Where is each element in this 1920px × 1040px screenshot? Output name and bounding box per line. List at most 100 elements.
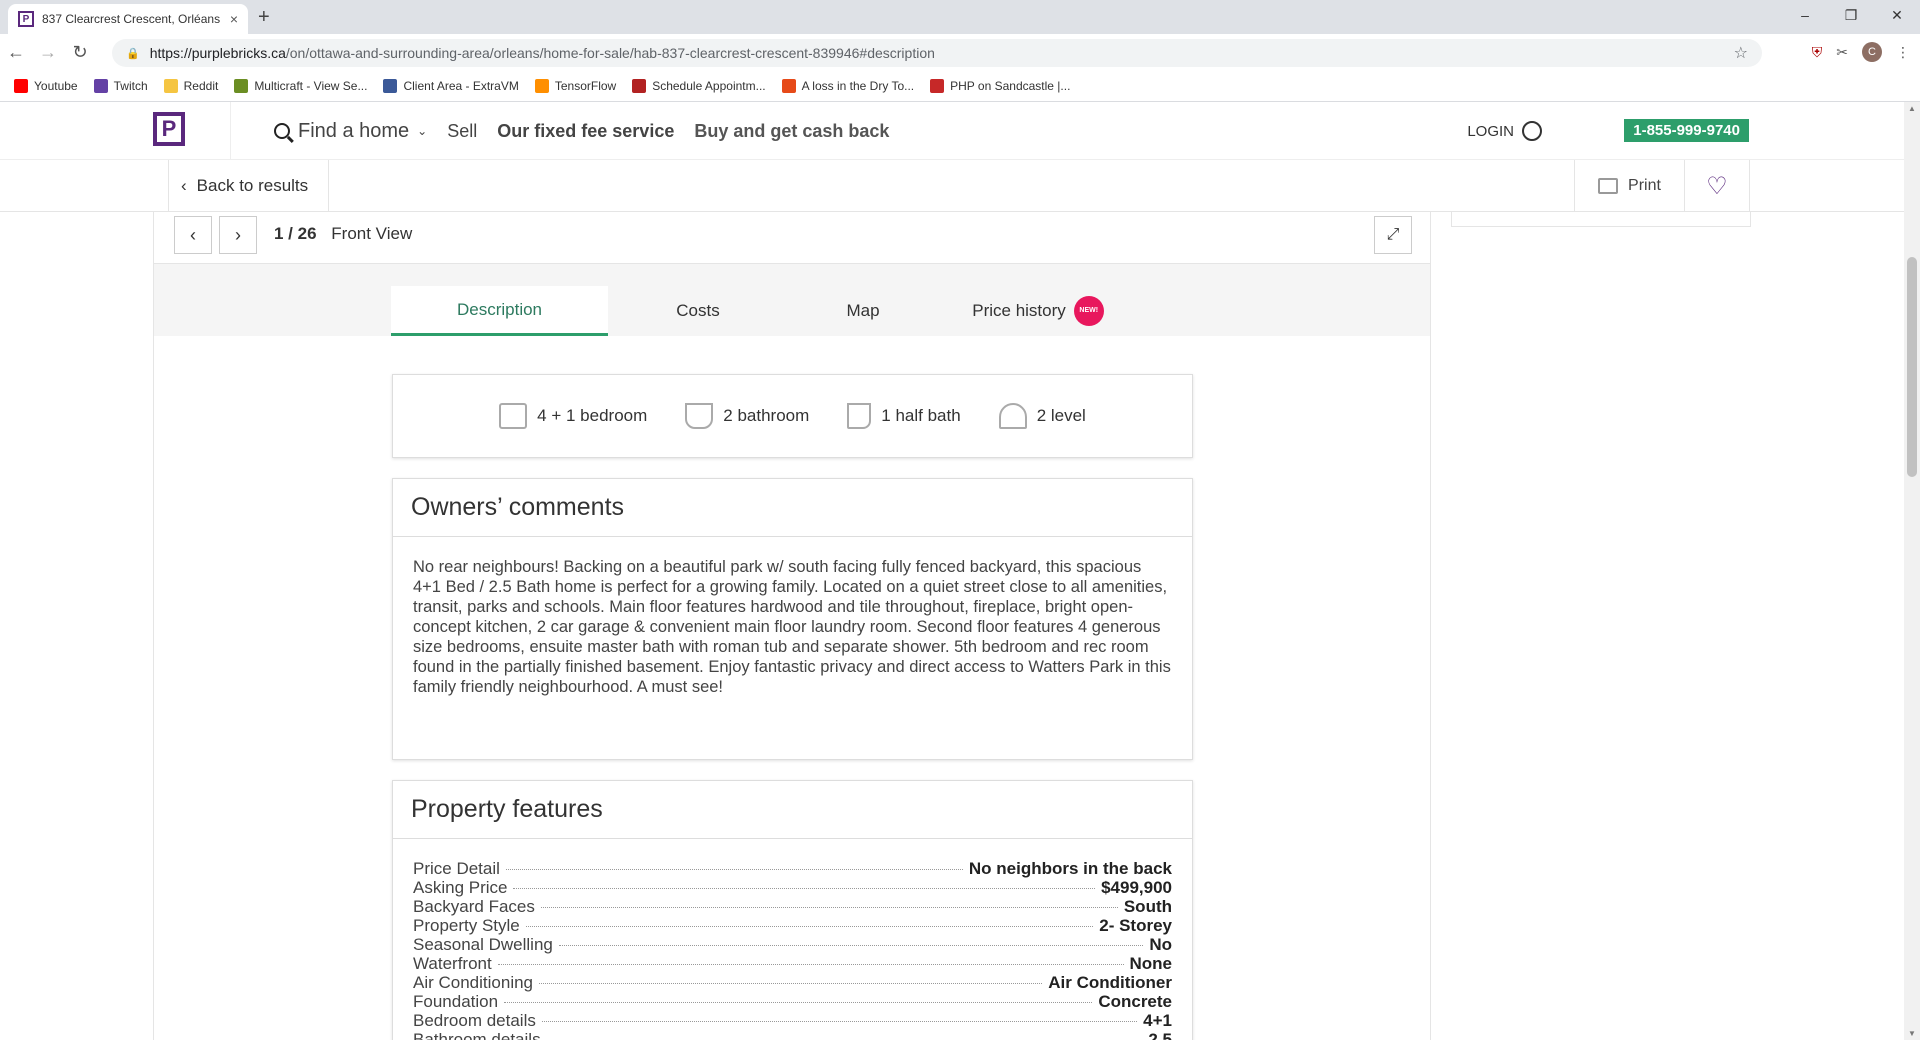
minimize-button[interactable]: – [1782,0,1828,30]
favorite-button[interactable]: ♡ [1684,160,1750,212]
photo-index: 1 / 26 [274,224,317,243]
tab-costs[interactable]: Costs [608,286,788,336]
bed-icon [499,403,528,429]
bookmark-item[interactable]: PHP on Sandcastle |... [930,78,1070,93]
bookmark-item[interactable]: TensorFlow [534,78,616,93]
search-icon [274,123,290,139]
property-features-title: Property features [393,781,1192,839]
feature-row: Foundation Concrete [413,992,1172,1011]
bookmarks-bar: Youtube Twitch Reddit Multicraft - View Se.… [0,70,1920,102]
close-window-button[interactable]: ✕ [1874,0,1920,30]
fact-half-bath: 1 half bath [847,403,961,429]
feature-value: South [1123,897,1172,916]
tab-map[interactable]: Map [788,286,938,336]
back-to-results-link[interactable]: ‹ Back to results [168,160,330,212]
forward-arrow-icon[interactable]: → [32,42,64,63]
bathtub-icon [685,403,714,429]
bookmark-item[interactable]: Youtube [14,78,78,93]
back-arrow-icon[interactable]: ← [0,42,32,63]
dotted-leader [504,1002,1093,1003]
tab-description[interactable]: Description [391,286,608,336]
extension-puzzle-icon[interactable]: ✂ [1836,44,1848,61]
feature-value: 2- Storey [1099,916,1172,935]
scroll-down-icon[interactable]: ▼ [1908,1029,1916,1038]
bookmark-item[interactable]: Client Area - ExtraVM [383,78,519,93]
fact-level-label: 2 level [1036,406,1086,425]
site-header: P Find a home ⌄ Sell Our fixed fee servi… [0,102,1904,160]
bookmark-item[interactable]: Schedule Appointm... [632,78,766,93]
feature-row: Seasonal Dwelling No [413,935,1172,954]
feature-value: No [1149,935,1172,954]
extension-shield-icon[interactable]: ⛨ [1812,44,1823,61]
sidebar-panel [1451,212,1751,227]
restore-button[interactable]: ❐ [1828,0,1874,30]
nav-sell[interactable]: Sell [447,121,477,142]
feature-label: Property Style [413,916,520,935]
prev-photo-button[interactable]: ‹ [174,216,212,254]
printer-icon [1598,178,1619,194]
bookmark-label: Schedule Appointm... [652,78,766,93]
fullscreen-expand-icon[interactable]: ⤢ [1374,216,1412,254]
find-home-menu[interactable]: Find a home ⌄ [274,120,427,143]
nav-cash-back[interactable]: Buy and get cash back [694,121,889,142]
bookmark-item[interactable]: Reddit [163,78,219,93]
phone-button[interactable]: 1-855-999-9740 [1624,119,1749,142]
feature-label: Waterfront [413,954,492,973]
fact-half-bath-label: 1 half bath [881,406,961,425]
login-link[interactable]: LOGIN [1467,102,1542,160]
reload-icon[interactable]: ↻ [64,42,96,63]
next-photo-button[interactable]: › [219,216,257,254]
tab-title: 837 Clearcrest Crescent, Orléans [42,12,221,26]
login-label: LOGIN [1467,122,1514,140]
bookmark-item[interactable]: A loss in the Dry To... [781,78,915,93]
heart-icon: ♡ [1706,172,1728,200]
nav-fixed-fee[interactable]: Our fixed fee service [497,121,674,142]
bookmark-item[interactable]: Multicraft - View Se... [234,78,368,93]
feature-label: Air Conditioning [413,973,534,992]
bookmark-favicon-icon [930,78,945,93]
owners-comments-text: No rear neighbours! Backing on a beautif… [413,558,1171,696]
profile-avatar[interactable]: C [1862,42,1882,62]
key-facts-card: 4 + 1 bedroom 2 bathroom 1 half bath 2 l… [392,374,1193,458]
photo-counter: 1 / 26 Front View [274,224,412,244]
close-tab-icon[interactable]: × [230,11,238,27]
bookmark-favicon-icon [383,78,398,93]
menu-kebab-icon[interactable]: ⋮ [1896,44,1910,61]
url-host: https://purplebricks.ca [149,45,286,61]
address-bar[interactable]: 🔒 https://purplebricks.ca /on/ottawa-and… [112,39,1762,67]
bookmark-label: Multicraft - View Se... [254,78,368,93]
property-tabs: Description Costs Map Price history NEW! [154,264,1430,336]
scroll-up-icon[interactable]: ▲ [1908,104,1916,113]
bookmark-star-icon[interactable]: ☆ [1734,43,1748,63]
browser-tab-bar: P 837 Clearcrest Crescent, Orléans × + –… [0,0,1920,34]
feature-row: Waterfront None [413,954,1172,973]
property-features-card: Property features Price Detail No neighbo… [392,780,1193,1040]
feature-row: Backyard Faces South [413,897,1172,916]
feature-value: 4+1 [1143,1011,1172,1030]
page-scrollbar[interactable]: ▲ ▼ [1904,102,1920,1040]
purplebricks-logo[interactable]: P [153,112,185,146]
divider [230,102,231,160]
window-controls: – ❐ ✕ [1782,0,1920,30]
feature-row: Asking Price $499,900 [413,878,1172,897]
bookmark-favicon-icon [781,78,796,93]
bookmark-item[interactable]: Twitch [93,78,148,93]
bookmark-label: A loss in the Dry To... [801,78,915,93]
tab-price-history[interactable]: Price history NEW! [938,286,1138,336]
property-features-list: Price Detail No neighbors in the back Aski… [393,839,1192,1040]
feature-value: Air Conditioner [1048,973,1172,992]
house-icon [998,403,1027,429]
bookmark-favicon-icon [534,78,549,93]
dotted-leader [541,1021,1138,1022]
feature-row: Price Detail No neighbors in the back [413,859,1172,878]
extensions-area: ⛨ ✂ C ⋮ [1812,42,1910,62]
purplebricks-favicon-icon: P [18,11,34,27]
find-home-label: Find a home [298,119,410,142]
print-button[interactable]: Print [1574,160,1684,212]
bookmark-favicon-icon [93,78,108,93]
new-tab-button[interactable]: + [258,6,270,29]
scrollbar-thumb[interactable] [1907,257,1917,477]
browser-tab[interactable]: P 837 Clearcrest Crescent, Orléans × [8,4,248,34]
bookmark-label: Reddit [183,78,219,93]
main-nav: Find a home ⌄ Sell Our fixed fee service… [274,102,889,160]
